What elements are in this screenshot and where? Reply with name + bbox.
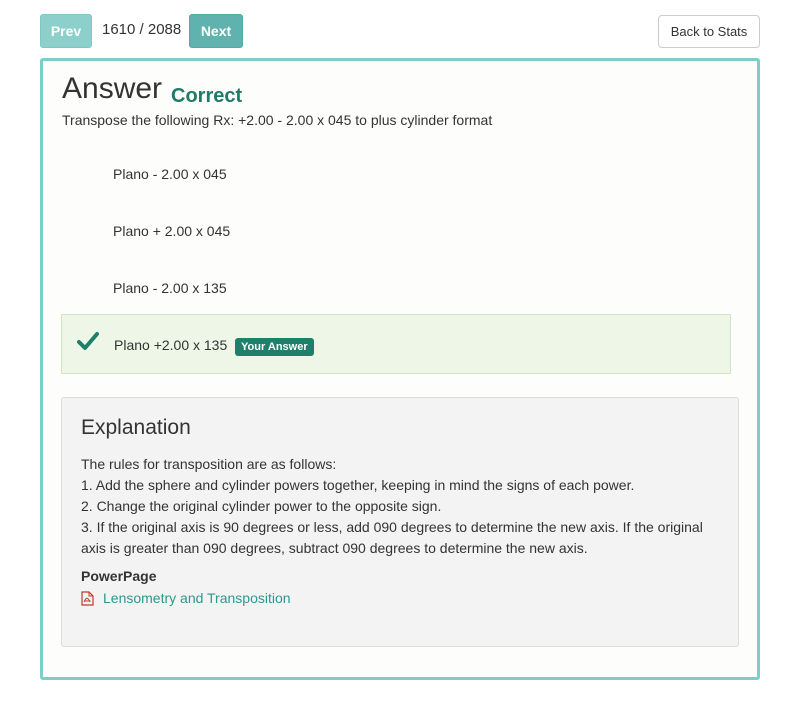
answer-option: Plano - 2.00 x 135 (113, 280, 227, 296)
selected-answer-label: Plano +2.00 x 135 (114, 337, 228, 353)
checkmark-icon (77, 332, 99, 350)
answer-heading: Answer (62, 72, 163, 105)
powerpage-label: PowerPage (81, 568, 157, 584)
explanation-line: 3. If the original axis is 90 degrees or… (81, 519, 703, 556)
explanation-box: Explanation The rules for transposition … (61, 397, 739, 647)
pdf-icon (81, 590, 94, 606)
answer-panel: Answer Correct Transpose the following R… (40, 58, 760, 680)
explanation-line: The rules for transposition are as follo… (81, 456, 337, 472)
explanation-title: Explanation (81, 416, 191, 439)
powerpage-link-label: Lensometry and Transposition (103, 590, 291, 606)
explanation-text: The rules for transposition are as follo… (81, 454, 721, 559)
selected-answer-option: Plano +2.00 x 135 Your Answer (61, 314, 731, 374)
answer-option: Plano + 2.00 x 045 (113, 223, 231, 239)
explanation-line: 2. Change the original cylinder power to… (81, 498, 442, 514)
powerpage-link[interactable]: Lensometry and Transposition (81, 590, 291, 606)
answer-option: Plano - 2.00 x 045 (113, 166, 227, 182)
correct-status: Correct (171, 85, 243, 107)
your-answer-badge: Your Answer (235, 338, 314, 356)
question-text: Transpose the following Rx: +2.00 - 2.00… (62, 112, 493, 128)
question-counter: 1610 / 2088 (102, 21, 182, 38)
explanation-line: 1. Add the sphere and cylinder powers to… (81, 477, 635, 493)
prev-button[interactable]: Prev (40, 14, 92, 48)
top-navigation: Prev 1610 / 2088 Next Back to Stats (40, 14, 760, 48)
back-to-stats-button[interactable]: Back to Stats (658, 15, 760, 48)
next-button[interactable]: Next (189, 14, 243, 48)
